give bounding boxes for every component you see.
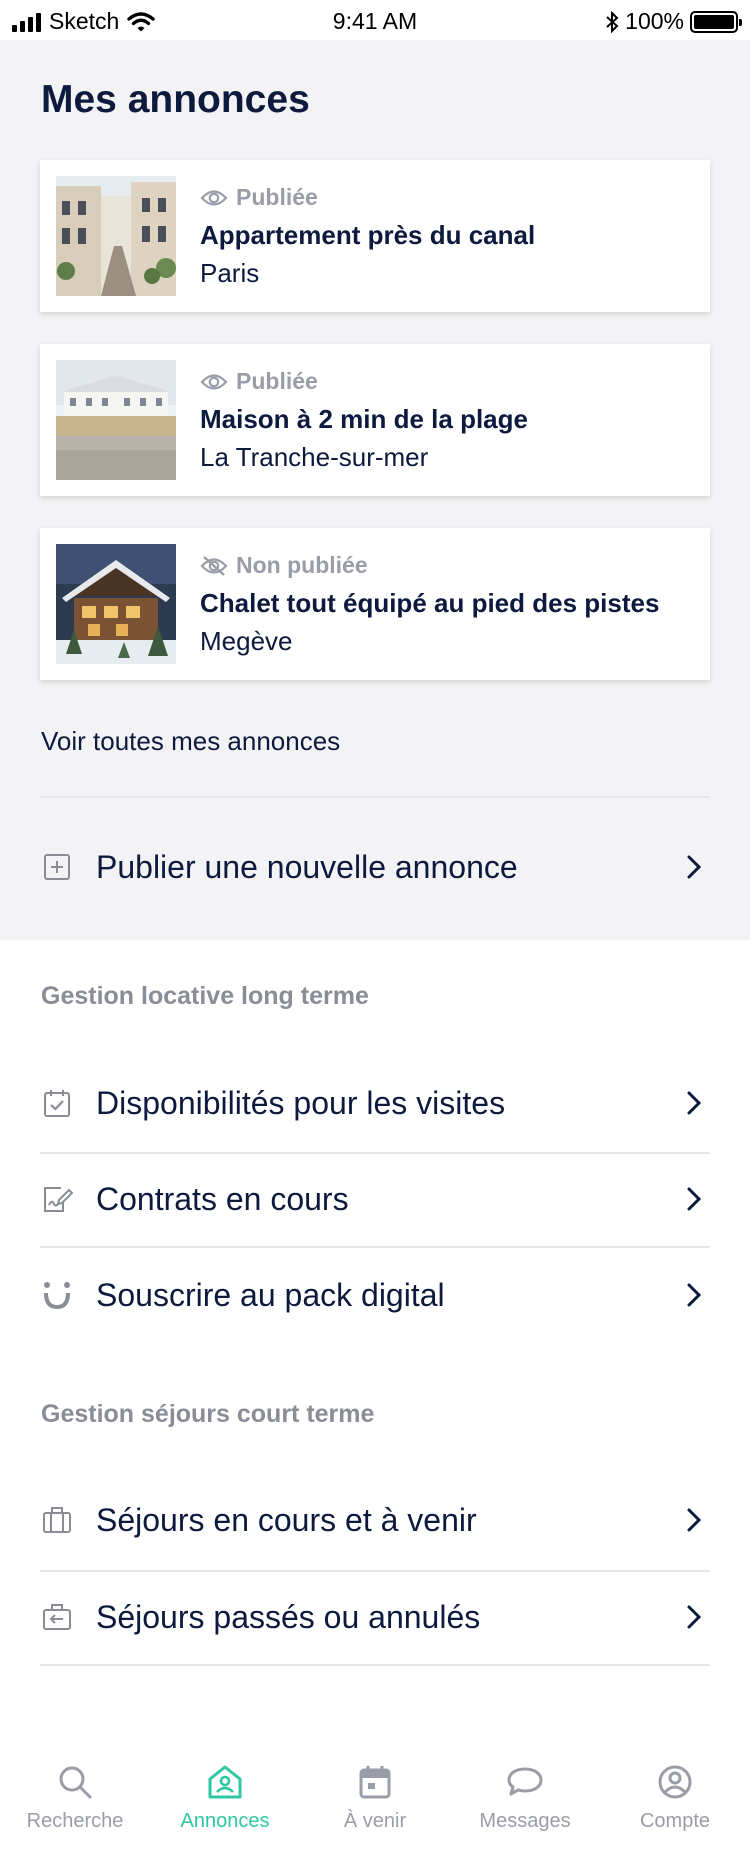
tab-label: Recherche — [26, 1810, 124, 1832]
tab-compte[interactable]: Compte — [600, 1750, 750, 1858]
digital-pack-label: Souscrire au pack digital — [96, 1276, 445, 1313]
listing-status: Publiée — [200, 368, 318, 395]
listing-card[interactable]: Publiée Maison à 2 min de la plage La Tr… — [40, 344, 710, 496]
eye-slash-icon — [200, 555, 228, 576]
plus-square-icon — [44, 854, 70, 880]
contract-sign-icon — [44, 1187, 73, 1212]
listing-location: La Tranche-sur-mer — [200, 442, 429, 472]
tab-annonces[interactable]: Annonces — [150, 1750, 300, 1858]
tab-bar: Recherche Annonces À venir Messages Comp… — [0, 1750, 750, 1858]
calendar-icon — [359, 1766, 391, 1799]
listing-card[interactable]: Publiée Appartement près du canal Paris — [40, 160, 710, 312]
visit-availability-label: Disponibilités pour les visites — [96, 1084, 506, 1121]
listing-status-label: Non publiée — [236, 552, 368, 578]
listing-status-label: Publiée — [236, 184, 318, 210]
current-contracts-item[interactable]: Contrats en cours — [40, 1154, 710, 1244]
listing-card[interactable]: Non publiée Chalet tout équipé au pied d… — [40, 528, 710, 680]
publish-new-listing-button[interactable]: Publier une nouvelle annonce — [40, 822, 710, 912]
divider — [40, 1246, 710, 1248]
listing-status-label: Publiée — [236, 368, 318, 394]
listing-status: Non publiée — [200, 552, 368, 579]
page-title: Mes annonces — [41, 78, 310, 121]
user-icon — [658, 1765, 692, 1799]
divider — [40, 796, 710, 798]
chevron-right-icon — [687, 1605, 702, 1629]
listing-title: Chalet tout équipé au pied des pistes — [200, 588, 660, 618]
battery-icon — [690, 10, 742, 33]
bluetooth-icon — [606, 10, 619, 33]
past-stays-label: Séjours passés ou annulés — [96, 1598, 481, 1635]
search-icon — [59, 1766, 92, 1799]
chevron-right-icon — [687, 855, 702, 879]
home-icon — [208, 1765, 242, 1799]
eye-icon — [200, 373, 228, 390]
pack-digital-icon — [44, 1282, 70, 1310]
chat-icon — [507, 1767, 543, 1796]
suitcase-return-icon — [43, 1604, 71, 1630]
chevron-right-icon — [687, 1091, 702, 1115]
listing-title: Appartement près du canal — [200, 220, 536, 250]
listing-photo — [56, 544, 176, 664]
publish-new-listing-label: Publier une nouvelle annonce — [96, 848, 518, 885]
past-stays-item[interactable]: Séjours passés ou annulés — [40, 1572, 710, 1662]
listing-photo — [56, 360, 176, 480]
battery-percent: 100% — [625, 8, 684, 34]
long-term-section-title: Gestion locative long terme — [41, 982, 369, 1010]
chevron-right-icon — [687, 1283, 702, 1307]
tab-recherche[interactable]: Recherche — [0, 1750, 150, 1858]
tab-label: Compte — [639, 1810, 711, 1832]
see-all-listings-link[interactable]: Voir toutes mes annonces — [41, 726, 340, 757]
status-bar: Sketch 9:41 AM 100% — [0, 0, 750, 40]
listing-status: Publiée — [200, 184, 318, 211]
listings-section: Mes annonces Publiée Appartement près du… — [0, 40, 750, 940]
listing-photo — [56, 176, 176, 296]
calendar-check-icon — [44, 1090, 70, 1117]
suitcase-icon — [43, 1507, 71, 1533]
short-term-section-title: Gestion séjours court terme — [41, 1400, 375, 1428]
current-stays-item[interactable]: Séjours en cours et à venir — [40, 1475, 710, 1565]
current-contracts-label: Contrats en cours — [96, 1180, 349, 1217]
tab-label: Messages — [479, 1810, 571, 1832]
divider — [40, 1664, 710, 1666]
visit-availability-item[interactable]: Disponibilités pour les visites — [40, 1058, 710, 1148]
chevron-right-icon — [687, 1508, 702, 1532]
listing-location: Megève — [200, 626, 293, 656]
tab-messages[interactable]: Messages — [450, 1750, 600, 1858]
digital-pack-item[interactable]: Souscrire au pack digital — [40, 1250, 710, 1340]
tab-label: À venir — [343, 1810, 407, 1832]
chevron-right-icon — [687, 1187, 702, 1211]
eye-icon — [200, 189, 228, 206]
current-stays-label: Séjours en cours et à venir — [96, 1501, 477, 1538]
listing-title: Maison à 2 min de la plage — [200, 404, 528, 434]
listing-location: Paris — [200, 258, 260, 288]
tab-a-venir[interactable]: À venir — [300, 1750, 450, 1858]
tab-label: Annonces — [180, 1810, 270, 1832]
